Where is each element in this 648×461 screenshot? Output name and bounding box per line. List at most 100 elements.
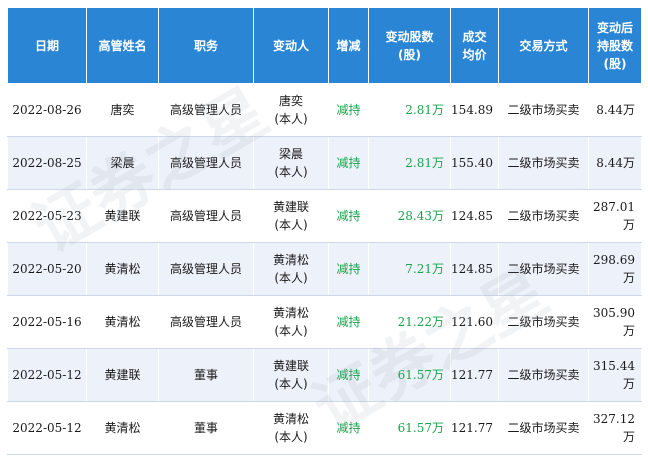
cell-changer: 梁晨 (本人) (253, 136, 329, 190)
changer-name: 黄清松 (272, 253, 309, 267)
header-method: 交易方式 (498, 7, 589, 84)
cell-avg-price: 154.89 (450, 83, 499, 137)
changer-relation: (本人) (274, 377, 308, 391)
header-date: 日期 (7, 7, 87, 84)
cell-changer: 黄清松 (本人) (253, 242, 329, 296)
cell-avg-price: 121.77 (450, 401, 499, 455)
changer-relation: (本人) (274, 324, 308, 338)
changer-relation: (本人) (274, 112, 308, 126)
cell-date: 2022-05-12 (7, 401, 87, 455)
header-change-shares-line1: 变动股数 (385, 29, 434, 44)
cell-method: 二级市场买卖 (498, 189, 589, 243)
cell-direction: 减持 (328, 242, 369, 296)
cell-direction: 减持 (328, 189, 369, 243)
cell-method: 二级市场买卖 (498, 83, 589, 137)
cell-method: 二级市场买卖 (498, 295, 589, 349)
cell-after-shares: 305.90万 (588, 295, 642, 349)
cell-exec-name: 梁晨 (86, 136, 159, 190)
cell-role: 高级管理人员 (158, 242, 254, 296)
header-role: 职务 (158, 7, 254, 84)
cell-after-shares: 287.01万 (588, 189, 642, 243)
insider-trading-table: 日期 高管姓名 职务 变动人 增减 变动股数 (股) 成交 均价 交易方式 变动… (7, 7, 642, 455)
changer-relation: (本人) (274, 271, 308, 285)
changer-relation: (本人) (274, 430, 308, 444)
header-avg-price-line1: 成交 (462, 29, 487, 44)
header-after-shares-line1: 变动后 (596, 20, 633, 35)
cell-avg-price: 124.85 (450, 189, 499, 243)
changer-name: 黄清松 (272, 412, 309, 426)
cell-method: 二级市场买卖 (498, 242, 589, 296)
table-header-row: 日期 高管姓名 职务 变动人 增减 变动股数 (股) 成交 均价 交易方式 变动… (7, 7, 642, 84)
cell-avg-price: 124.85 (450, 242, 499, 296)
header-change-shares: 变动股数 (股) (368, 7, 451, 84)
cell-change-shares: 61.57万 (368, 348, 451, 402)
header-after-shares: 变动后 持股数 (股) (588, 7, 642, 84)
cell-exec-name: 黄建联 (86, 189, 159, 243)
cell-role: 高级管理人员 (158, 295, 254, 349)
table-row: 2022-08-26 唐奕 高级管理人员 唐奕 (本人) 减持 2.81万 154.89 二级市… (7, 83, 642, 137)
changer-name: 唐奕 (278, 94, 303, 108)
cell-direction: 减持 (328, 348, 369, 402)
cell-changer: 黄建联 (本人) (253, 348, 329, 402)
cell-change-shares: 28.43万 (368, 189, 451, 243)
cell-method: 二级市场买卖 (498, 401, 589, 455)
table-row: 2022-05-20 黄清松 高级管理人员 黄清松 (本人) 减持 7.21万 124.85 二… (7, 242, 642, 296)
cell-after-shares: 327.12万 (588, 401, 642, 455)
cell-direction: 减持 (328, 136, 369, 190)
cell-after-shares: 298.69万 (588, 242, 642, 296)
cell-after-shares: 8.44万 (588, 136, 642, 190)
cell-method: 二级市场买卖 (498, 136, 589, 190)
header-after-shares-line2: 持股数 (596, 38, 633, 53)
insider-trading-table-container: 日期 高管姓名 职务 变动人 增减 变动股数 (股) 成交 均价 交易方式 变动… (7, 7, 642, 455)
changer-name: 梁晨 (278, 147, 303, 161)
cell-changer: 黄清松 (本人) (253, 401, 329, 455)
changer-relation: (本人) (274, 218, 308, 232)
cell-role: 高级管理人员 (158, 136, 254, 190)
header-change-shares-line2: (股) (398, 47, 421, 62)
cell-changer: 黄清松 (本人) (253, 295, 329, 349)
changer-name: 黄建联 (272, 200, 309, 214)
cell-change-shares: 7.21万 (368, 242, 451, 296)
cell-changer: 唐奕 (本人) (253, 83, 329, 137)
table-row: 2022-05-12 黄清松 董事 黄清松 (本人) 减持 61.57万 121.77 二级市场… (7, 401, 642, 455)
cell-change-shares: 61.57万 (368, 401, 451, 455)
table-row: 2022-08-25 梁晨 高级管理人员 梁晨 (本人) 减持 2.81万 155.40 二级市… (7, 136, 642, 190)
cell-changer: 黄建联 (本人) (253, 189, 329, 243)
cell-date: 2022-08-25 (7, 136, 87, 190)
header-changer: 变动人 (253, 7, 329, 84)
table-body: 2022-08-26 唐奕 高级管理人员 唐奕 (本人) 减持 2.81万 154.89 二级市… (7, 83, 642, 455)
header-avg-price-line2: 均价 (462, 47, 487, 62)
cell-role: 董事 (158, 348, 254, 402)
cell-date: 2022-05-16 (7, 295, 87, 349)
cell-avg-price: 155.40 (450, 136, 499, 190)
cell-exec-name: 黄清松 (86, 295, 159, 349)
cell-role: 董事 (158, 401, 254, 455)
changer-name: 黄建联 (272, 359, 309, 373)
cell-exec-name: 黄建联 (86, 348, 159, 402)
cell-date: 2022-08-26 (7, 83, 87, 137)
cell-role: 高级管理人员 (158, 189, 254, 243)
changer-name: 黄清松 (272, 306, 309, 320)
cell-change-shares: 21.22万 (368, 295, 451, 349)
table-row: 2022-05-23 黄建联 高级管理人员 黄建联 (本人) 减持 28.43万 124.85… (7, 189, 642, 243)
cell-exec-name: 唐奕 (86, 83, 159, 137)
cell-date: 2022-05-20 (7, 242, 87, 296)
header-exec-name: 高管姓名 (86, 7, 159, 84)
cell-method: 二级市场买卖 (498, 348, 589, 402)
cell-role: 高级管理人员 (158, 83, 254, 137)
cell-exec-name: 黄清松 (86, 242, 159, 296)
changer-relation: (本人) (274, 165, 308, 179)
cell-direction: 减持 (328, 295, 369, 349)
cell-direction: 减持 (328, 83, 369, 137)
header-direction: 增减 (328, 7, 369, 84)
cell-date: 2022-05-12 (7, 348, 87, 402)
table-row: 2022-05-12 黄建联 董事 黄建联 (本人) 减持 61.57万 121.77 二级市场… (7, 348, 642, 402)
cell-avg-price: 121.77 (450, 348, 499, 402)
table-row: 2022-05-16 黄清松 高级管理人员 黄清松 (本人) 减持 21.22万 121.60… (7, 295, 642, 349)
header-avg-price: 成交 均价 (450, 7, 499, 84)
cell-avg-price: 121.60 (450, 295, 499, 349)
cell-direction: 减持 (328, 401, 369, 455)
cell-after-shares: 315.44万 (588, 348, 642, 402)
cell-date: 2022-05-23 (7, 189, 87, 243)
header-after-shares-line3: (股) (603, 56, 627, 71)
